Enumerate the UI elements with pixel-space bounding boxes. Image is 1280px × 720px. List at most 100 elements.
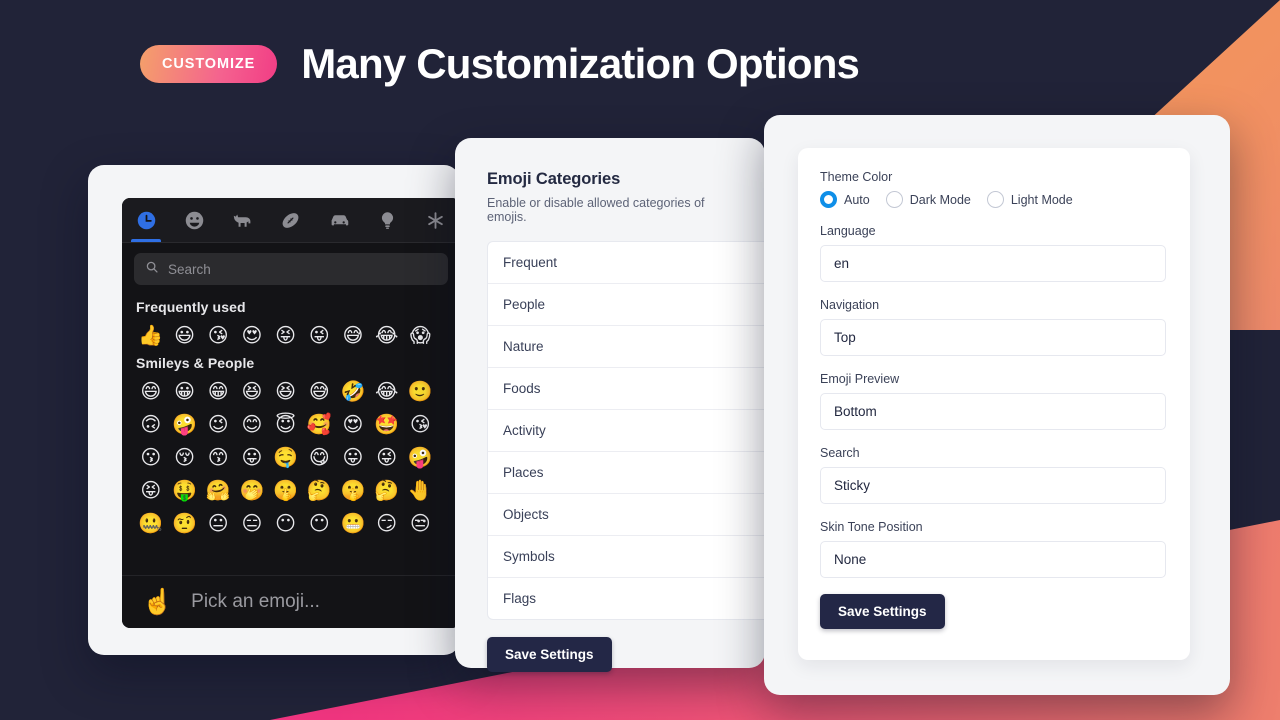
emoji-cell[interactable]: 😋 bbox=[302, 440, 336, 473]
emoji-cell[interactable]: 😏 bbox=[370, 506, 404, 539]
emoji-cell[interactable]: 😝 bbox=[134, 473, 168, 506]
theme-option-auto[interactable]: Auto bbox=[820, 191, 870, 208]
emoji-picker: Search Frequently used 👍 😃 😘 😍 😝 😜 😅 😂 😱 Smileys &… bbox=[122, 198, 460, 628]
settings-save-button[interactable]: Save Settings bbox=[820, 594, 945, 629]
emoji-cell[interactable]: 👍 bbox=[134, 318, 168, 351]
emoji-cell[interactable]: 😅 bbox=[302, 374, 336, 407]
theme-option-label: Auto bbox=[844, 192, 870, 207]
category-row[interactable]: Places bbox=[488, 452, 778, 494]
emoji-cell[interactable]: 😶 bbox=[302, 506, 336, 539]
emoji-cell[interactable]: 😁 bbox=[201, 374, 235, 407]
emoji-cell[interactable]: 🤪 bbox=[404, 440, 438, 473]
emoji-categories-card: Emoji Categories Enable or disable allow… bbox=[455, 138, 779, 672]
theme-color-label: Theme Color bbox=[820, 170, 893, 184]
emoji-cell[interactable]: 😍 bbox=[235, 318, 269, 351]
categories-title: Emoji Categories bbox=[487, 170, 621, 188]
emoji-cell[interactable]: 🤫 bbox=[269, 473, 303, 506]
tab-smileys[interactable] bbox=[170, 198, 218, 242]
emoji-cell[interactable]: 😛 bbox=[235, 440, 269, 473]
select-navigation[interactable]: Top bbox=[820, 319, 1166, 356]
emoji-picker-body: Search Frequently used 👍 😃 😘 😍 😝 😜 😅 😂 😱 Smileys &… bbox=[122, 243, 460, 579]
emoji-cell[interactable]: 🤫 bbox=[336, 473, 370, 506]
emoji-cell[interactable]: 😂 bbox=[370, 374, 404, 407]
football-icon bbox=[280, 210, 301, 231]
emoji-scroll-area[interactable]: Frequently used 👍 😃 😘 😍 😝 😜 😅 😂 😱 Smileys & People… bbox=[134, 295, 448, 579]
select-search[interactable]: Sticky bbox=[820, 467, 1166, 504]
emoji-cell[interactable]: 🥰 bbox=[302, 407, 336, 440]
emoji-cell[interactable]: 😙 bbox=[201, 440, 235, 473]
emoji-cell[interactable]: 😆 bbox=[235, 374, 269, 407]
emoji-cell[interactable]: 😒 bbox=[404, 506, 438, 539]
emoji-cell[interactable]: 😱 bbox=[404, 318, 438, 351]
category-row[interactable]: Flags bbox=[488, 578, 778, 619]
emoji-cell[interactable]: 😜 bbox=[302, 318, 336, 351]
tab-frequent[interactable] bbox=[122, 198, 170, 242]
select-emoji-preview[interactable]: Bottom bbox=[820, 393, 1166, 430]
category-row[interactable]: Frequent bbox=[488, 242, 778, 284]
emoji-cell[interactable]: 😀 bbox=[168, 374, 202, 407]
emoji-category-tabbar[interactable] bbox=[122, 198, 460, 243]
theme-option-dark-mode[interactable]: Dark Mode bbox=[885, 191, 971, 208]
emoji-cell[interactable]: 😑 bbox=[235, 506, 269, 539]
emoji-cell[interactable]: 😍 bbox=[336, 407, 370, 440]
emoji-cell[interactable]: 😐 bbox=[201, 506, 235, 539]
preview-hint-text: Pick an emoji... bbox=[191, 591, 320, 612]
emoji-cell[interactable]: 🤨 bbox=[168, 506, 202, 539]
emoji-cell[interactable]: 😜 bbox=[370, 440, 404, 473]
tab-activity[interactable] bbox=[267, 198, 315, 242]
settings-card: Theme Color Auto Dark Mode Light Mode Lang… bbox=[798, 148, 1190, 660]
emoji-cell[interactable]: 😃 bbox=[168, 318, 202, 351]
category-row[interactable]: People bbox=[488, 284, 778, 326]
emoji-cell[interactable]: 😂 bbox=[370, 318, 404, 351]
emoji-cell[interactable]: 🤩 bbox=[370, 407, 404, 440]
emoji-cell[interactable]: 😅 bbox=[336, 318, 370, 351]
emoji-cell[interactable]: 😗 bbox=[134, 440, 168, 473]
emoji-cell[interactable]: 😊 bbox=[235, 407, 269, 440]
settings-save-wrap: Save Settings bbox=[820, 594, 1166, 629]
emoji-cell[interactable]: 😆 bbox=[269, 374, 303, 407]
tab-travel[interactable] bbox=[315, 198, 363, 242]
category-row[interactable]: Foods bbox=[488, 368, 778, 410]
tab-objects[interactable] bbox=[363, 198, 411, 242]
tab-nature[interactable] bbox=[219, 198, 267, 242]
categories-save-button[interactable]: Save Settings bbox=[487, 637, 612, 672]
emoji-cell[interactable]: 🙃 bbox=[134, 407, 168, 440]
smiley-icon bbox=[184, 210, 205, 231]
tab-symbols[interactable] bbox=[412, 198, 460, 242]
emoji-search-placeholder: Search bbox=[168, 261, 211, 277]
page-header: CUSTOMIZE Many Customization Options bbox=[140, 40, 860, 88]
categories-save-wrap: Save Settings bbox=[487, 637, 735, 672]
emoji-cell[interactable]: 😘 bbox=[201, 318, 235, 351]
emoji-cell[interactable]: 😘 bbox=[404, 407, 438, 440]
category-row[interactable]: Objects bbox=[488, 494, 778, 536]
emoji-cell[interactable]: 😉 bbox=[201, 407, 235, 440]
emoji-cell[interactable]: 🤗 bbox=[201, 473, 235, 506]
emoji-cell[interactable]: 🙂 bbox=[404, 374, 438, 407]
emoji-cell[interactable]: 🤑 bbox=[168, 473, 202, 506]
emoji-cell[interactable]: 😛 bbox=[336, 440, 370, 473]
category-row[interactable]: Symbols bbox=[488, 536, 778, 578]
emoji-cell[interactable]: 🤐 bbox=[134, 506, 168, 539]
emoji-cell[interactable]: 🤔 bbox=[302, 473, 336, 506]
emoji-cell[interactable]: 😶 bbox=[269, 506, 303, 539]
emoji-cell[interactable]: 🤤 bbox=[269, 440, 303, 473]
select-language[interactable]: en bbox=[820, 245, 1166, 282]
emoji-cell[interactable]: 🤭 bbox=[235, 473, 269, 506]
emoji-cell[interactable]: 🤣 bbox=[336, 374, 370, 407]
select-skin-tone-position[interactable]: None bbox=[820, 541, 1166, 578]
category-row[interactable]: Activity bbox=[488, 410, 778, 452]
emoji-cell[interactable]: 😝 bbox=[269, 318, 303, 351]
category-row[interactable]: Nature bbox=[488, 326, 778, 368]
emoji-cell[interactable]: 😇 bbox=[269, 407, 303, 440]
emoji-cell[interactable]: 😬 bbox=[336, 506, 370, 539]
theme-option-light-mode[interactable]: Light Mode bbox=[986, 191, 1073, 208]
emoji-search-input[interactable]: Search bbox=[134, 253, 448, 285]
emoji-cell[interactable]: 😚 bbox=[168, 440, 202, 473]
clock-icon bbox=[136, 210, 157, 231]
theme-color-radio-group[interactable]: Auto Dark Mode Light Mode bbox=[820, 191, 1166, 208]
emoji-cell[interactable]: 🤪 bbox=[168, 407, 202, 440]
emoji-cell[interactable]: 🤚 bbox=[404, 473, 438, 506]
emoji-cell[interactable]: 🤔 bbox=[370, 473, 404, 506]
emoji-cell[interactable]: 😄 bbox=[134, 374, 168, 407]
category-list: Frequent People Nature Foods Activity Places O… bbox=[487, 241, 779, 620]
